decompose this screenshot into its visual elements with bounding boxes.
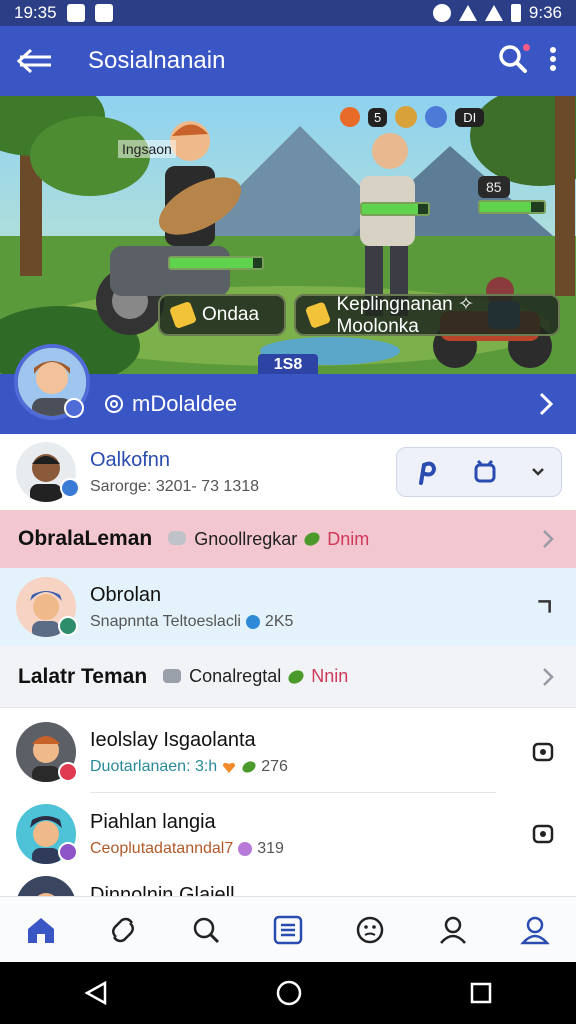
- more-button[interactable]: [548, 46, 558, 77]
- search-icon: [193, 917, 219, 943]
- health-bar-right: [478, 200, 546, 214]
- emoji-icon: [357, 916, 384, 943]
- list-name: Ieolslay Isgaolanta: [90, 728, 256, 751]
- friend-card[interactable]: Oalkofnn Sarorge: 3201- 73 1318: [0, 434, 576, 510]
- leaf-icon: [304, 532, 320, 546]
- section-meta: Conalregtal Nnin: [161, 666, 348, 687]
- profile-icon: [439, 916, 466, 944]
- list-status-badge: [58, 842, 78, 862]
- pinterest-icon[interactable]: [413, 459, 439, 485]
- home-circle-icon[interactable]: [275, 979, 303, 1007]
- score-badge: 85: [478, 176, 510, 198]
- chip-ondaa[interactable]: Ondaa: [158, 294, 286, 336]
- section-meta: Gnoollregkar Dnim: [166, 529, 369, 550]
- at-icon: [105, 395, 123, 413]
- section-title: ObralaLeman: [18, 527, 153, 550]
- friend-sub: Sarorge: 3201- 73 1318: [90, 477, 260, 495]
- status-time: 19:35: [14, 3, 57, 22]
- chevron-down-icon[interactable]: [531, 467, 545, 477]
- chat-row-obrolan[interactable]: Obrolan Snapnnta Teltoeslacli 2K5: [0, 568, 576, 646]
- alarm-icon: [432, 4, 451, 22]
- list-status-badge: [58, 762, 78, 782]
- recents-icon[interactable]: [469, 981, 493, 1005]
- list-name: Piahlan langia: [90, 810, 216, 833]
- alarm-clock-icon[interactable]: [472, 459, 498, 485]
- chat-status-badge: [58, 616, 78, 636]
- health-bar-middle: [360, 202, 430, 216]
- list-item[interactable]: Piahlan langia Ceoplutadatanndal7 319: [0, 794, 576, 874]
- more-vert-icon: [550, 46, 556, 71]
- list-name: Dinnolnin Glaiell: [90, 884, 235, 896]
- friend-name: Oalkofnn: [90, 448, 171, 471]
- leaf-icon: [288, 669, 304, 684]
- nav-search[interactable]: [181, 905, 231, 955]
- expand-icon[interactable]: [534, 597, 554, 617]
- game-banner[interactable]: 5 DI Ingsaon 85 Ondaa Keplingnanan ✧ Moo…: [0, 96, 576, 374]
- coin-icon: [168, 300, 198, 330]
- bottom-nav: [0, 896, 576, 962]
- chat-name: Obrolan: [90, 583, 162, 606]
- list-sub: Duotarlanaen: 3:h 276: [90, 757, 288, 775]
- battery-icon: [510, 4, 521, 22]
- leaf-icon: [242, 760, 256, 773]
- status-time-right: 9:36: [528, 3, 562, 22]
- level-badge: 1S8: [258, 354, 318, 374]
- friend-verified-badge: [60, 478, 80, 498]
- health-bar-left: [168, 256, 264, 270]
- nav-account[interactable]: [510, 905, 560, 955]
- search-button[interactable]: [498, 41, 532, 79]
- hud-stats-top: 5 DI: [340, 106, 485, 128]
- hero-label: Ingsaon: [118, 140, 176, 158]
- section-title: Lalatr Teman: [18, 664, 148, 688]
- heart-icon: [223, 762, 236, 773]
- list-sub: Ceoplutadatanndal7 319: [90, 839, 284, 857]
- section-obralaleman[interactable]: ObralaLeman Gnoollregkar Dnim: [0, 510, 576, 568]
- account-icon: [520, 916, 550, 944]
- app-notification-icon: [94, 4, 113, 22]
- app-bar: Sosialnanain: [0, 26, 576, 96]
- wifi-icon: [458, 5, 477, 21]
- chevron-right-icon[interactable]: [542, 667, 554, 687]
- nav-home[interactable]: [16, 905, 66, 955]
- verified-icon: [245, 614, 260, 629]
- nav-list[interactable]: [263, 905, 313, 955]
- profile-verified-badge: [64, 398, 84, 418]
- home-icon: [28, 917, 55, 943]
- profile-handle: mDolaldee: [104, 391, 237, 417]
- list-item[interactable]: Dinnolnin Glaiell: [0, 874, 576, 896]
- system-nav-bar: [0, 962, 576, 1024]
- camera-icon[interactable]: [532, 741, 554, 763]
- status-bar: 19:35 9:36: [0, 0, 576, 26]
- camera-icon[interactable]: [532, 823, 554, 845]
- quest-icon: [304, 301, 332, 329]
- divider: [90, 792, 496, 793]
- heart-icon: [238, 841, 253, 856]
- app-title: Sosialnanain: [88, 47, 226, 74]
- list-icon: [273, 915, 303, 944]
- nav-link[interactable]: [98, 905, 148, 955]
- chat-sub: Snapnnta Teltoeslacli 2K5: [90, 612, 294, 630]
- nav-profile[interactable]: [428, 905, 478, 955]
- nav-emoji[interactable]: [345, 905, 395, 955]
- chevron-right-icon[interactable]: [542, 529, 554, 549]
- chat-icon: [163, 668, 182, 683]
- chip-keplingnanan[interactable]: Keplingnanan ✧ Moolonka: [294, 294, 560, 337]
- chevron-right-icon[interactable]: [538, 391, 554, 417]
- back-button[interactable]: [0, 26, 70, 96]
- back-arrow-icon: [17, 48, 51, 74]
- signal-icon: [484, 5, 503, 21]
- list-item[interactable]: Ieolslay Isgaolanta Duotarlanaen: 3:h 27…: [0, 710, 576, 794]
- back-icon[interactable]: [83, 980, 109, 1006]
- friend-actions: [396, 447, 562, 497]
- notification-dot: [521, 41, 532, 53]
- list-avatar: [16, 876, 76, 896]
- link-icon: [112, 917, 135, 942]
- notification-icon: [66, 4, 85, 22]
- section-lalatr-teman[interactable]: Lalatr Teman Conalregtal Nnin: [0, 646, 576, 708]
- chat-icon: [168, 531, 187, 545]
